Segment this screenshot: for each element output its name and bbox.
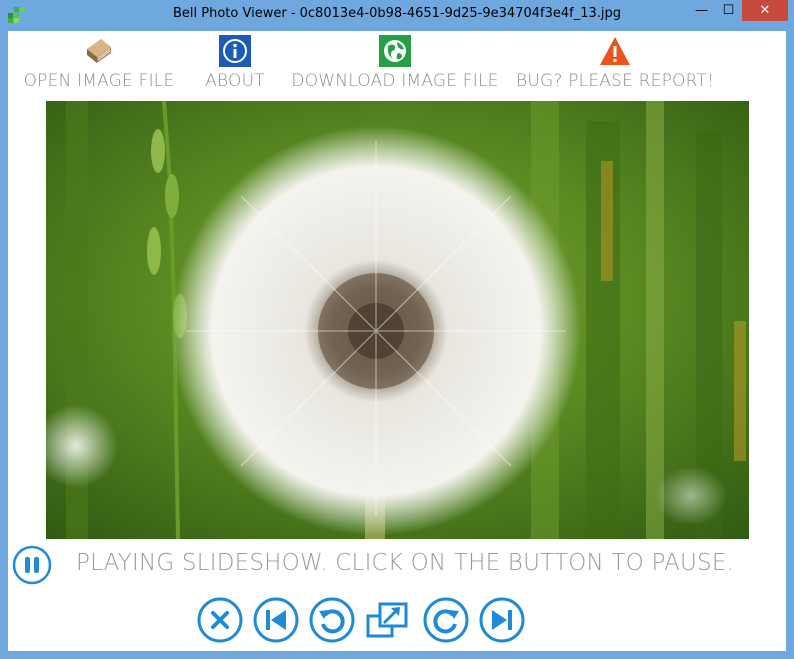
maximize-button[interactable]: ☐	[715, 0, 742, 21]
report-bug-button[interactable]: BUG? PLEASE REPORT!	[516, 35, 714, 91]
dandelion-photo	[46, 101, 749, 539]
info-icon	[219, 35, 251, 67]
toolbar-label: BUG? PLEASE REPORT!	[516, 71, 714, 91]
warning-icon	[600, 37, 630, 65]
toolbar-label: ABOUT	[205, 71, 265, 91]
slideshow-status-text: PLAYING SLIDESHOW. CLICK ON THE BUTTON T…	[76, 550, 735, 576]
playback-controls	[196, 596, 536, 646]
close-circle-icon[interactable]	[196, 596, 244, 644]
skip-previous-icon[interactable]	[252, 596, 300, 644]
app-window: Bell Photo Viewer - 0c8013e4-0b98-4651-9…	[0, 0, 794, 659]
open-image-file-button[interactable]: OPEN IMAGE FILE	[23, 35, 175, 91]
globe-download-icon	[379, 35, 411, 67]
minimize-button[interactable]: —	[688, 0, 715, 21]
toolbar-label: DOWNLOAD IMAGE FILE	[291, 71, 499, 91]
rotate-left-icon[interactable]	[308, 596, 356, 644]
about-button[interactable]: ABOUT	[204, 35, 266, 91]
expand-icon[interactable]	[364, 596, 412, 644]
close-window-button[interactable]: ✕	[742, 0, 788, 21]
pause-button[interactable]	[12, 545, 52, 585]
download-image-file-button[interactable]: DOWNLOAD IMAGE FILE	[291, 35, 499, 91]
skip-next-icon[interactable]	[478, 596, 526, 644]
rotate-right-icon[interactable]	[422, 596, 470, 644]
status-row: PLAYING SLIDESHOW. CLICK ON THE BUTTON T…	[12, 543, 782, 591]
window-title: Bell Photo Viewer - 0c8013e4-0b98-4651-9…	[173, 6, 621, 21]
client-area: OPEN IMAGE FILE ABOUT DOWNLOAD IMAGE FIL…	[8, 31, 786, 651]
book-icon	[87, 39, 111, 63]
toolbar-label: OPEN IMAGE FILE	[23, 71, 175, 91]
title-bar[interactable]: Bell Photo Viewer - 0c8013e4-0b98-4651-9…	[0, 0, 794, 31]
photo-display[interactable]	[46, 101, 749, 539]
